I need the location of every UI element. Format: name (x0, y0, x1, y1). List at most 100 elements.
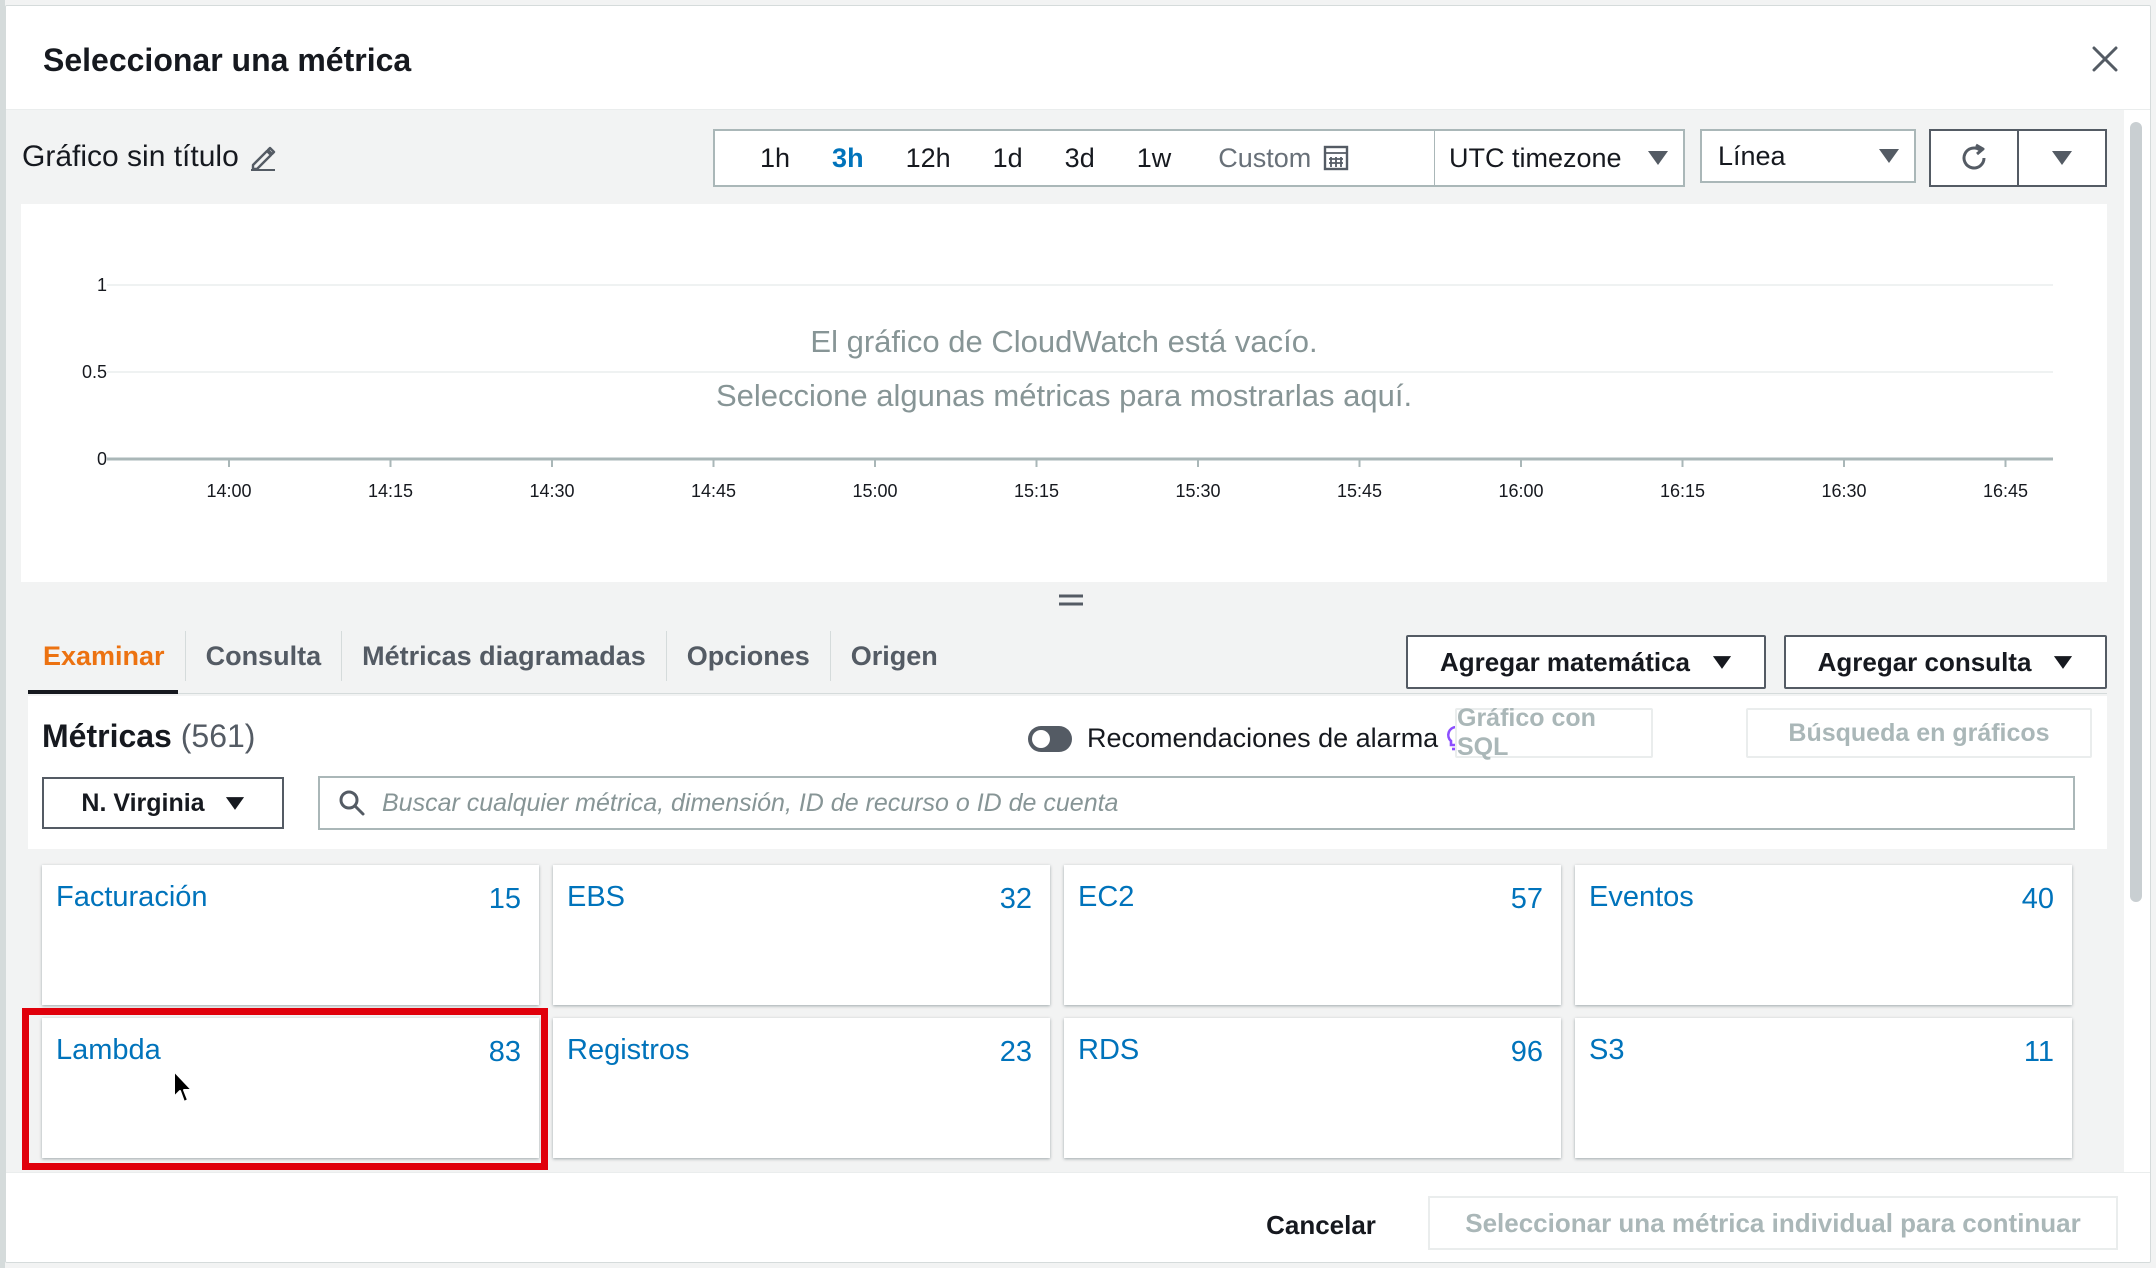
namespace-name: Lambda (56, 1034, 161, 1066)
namespace-grid: Facturación 15 EBS 32 EC2 57 Eventos 40 … (28, 849, 2107, 1172)
x-tick-label: 16:45 (1983, 481, 2028, 501)
metrics-count: (561) (180, 718, 256, 754)
time-range-12h[interactable]: 12h (885, 143, 972, 174)
namespace-count: 57 (1510, 883, 1543, 915)
namespace-tile-s3[interactable]: S3 11 (1575, 1018, 2072, 1158)
namespace-count: 32 (999, 883, 1032, 915)
region-select[interactable]: N. Virginia (42, 777, 284, 829)
namespace-count: 11 (2023, 1036, 2054, 1068)
modal-body: Gráfico sin título 1h 3h 12h 1d 3d 1w Cu… (6, 110, 2124, 1172)
x-tick-label: 14:00 (206, 481, 251, 501)
refresh-icon (1962, 143, 1986, 170)
caret-down-icon (1712, 655, 1732, 669)
empty-chart-message-line2: Seleccione algunas métricas para mostrar… (715, 378, 1413, 413)
graph-with-sql-button[interactable]: Gráfico con SQL (1455, 704, 1653, 761)
metrics-heading: Métricas (561) (42, 718, 255, 755)
namespace-tile-lambda[interactable]: Lambda 83 (42, 1018, 539, 1158)
vertical-scrollbar[interactable] (2130, 122, 2142, 902)
tab-examinar[interactable]: Examinar (28, 631, 186, 681)
refresh-options-button[interactable] (2017, 129, 2107, 187)
caret-down-icon (1879, 149, 1899, 163)
region-value: N. Virginia (81, 788, 205, 817)
modal-title: Seleccionar una métrica (43, 42, 412, 78)
metrics-title: Métricas (42, 718, 172, 754)
graph-title-text: Gráfico sin título (22, 140, 239, 173)
x-tick-label: 16:30 (1821, 481, 1866, 501)
toggle-knob (1032, 730, 1050, 748)
namespace-tile-ec2[interactable]: EC2 57 (1064, 865, 1561, 1005)
time-range-custom[interactable]: Custom (1218, 143, 1349, 174)
add-query-button[interactable]: Agregar consulta (1784, 635, 2107, 689)
chart-panel: 1 0.5 0 14:00 14:15 14:30 14:45 15:00 15:15 15:30… (21, 204, 2107, 582)
refresh-button[interactable] (1929, 129, 2019, 187)
add-math-button[interactable]: Agregar matemática (1406, 635, 1766, 689)
namespace-count: 23 (999, 1036, 1032, 1068)
x-tick-label: 14:15 (368, 481, 413, 501)
namespace-tile-rds[interactable]: RDS 96 (1064, 1018, 1561, 1158)
tab-consulta[interactable]: Consulta (186, 631, 343, 681)
namespace-count: 83 (488, 1036, 521, 1068)
x-tick-label: 15:45 (1337, 481, 1382, 501)
tab-metricas-diagramadas[interactable]: Métricas diagramadas (342, 631, 667, 681)
continue-button[interactable]: Seleccionar una métrica individual para … (1428, 1196, 2118, 1250)
add-query-label: Agregar consulta (1817, 646, 2032, 677)
resize-handle-icon[interactable] (1058, 590, 1084, 610)
namespace-name: Eventos (1589, 881, 1694, 913)
namespace-name: RDS (1078, 1034, 1140, 1066)
search-icon (339, 790, 365, 816)
caret-down-icon (2054, 655, 2073, 669)
graph-search-button[interactable]: Búsqueda en gráficos (1746, 708, 2092, 758)
namespace-name: EC2 (1078, 881, 1135, 913)
y-tick-label: 1 (97, 275, 107, 295)
cancel-button[interactable]: Cancelar (1246, 1199, 1396, 1251)
add-math-label: Agregar matemática (1440, 646, 1690, 677)
namespace-tile-registros[interactable]: Registros 23 (553, 1018, 1050, 1158)
time-range-1w[interactable]: 1w (1116, 143, 1193, 174)
x-tick-label: 14:45 (691, 481, 736, 501)
namespace-tile-ebs[interactable]: EBS 32 (553, 865, 1050, 1005)
graph-title[interactable]: Gráfico sin título (22, 140, 277, 174)
modal-header: Seleccionar una métrica (6, 6, 2150, 110)
timezone-select[interactable]: UTC timezone (1434, 129, 1685, 187)
time-range-3h[interactable]: 3h (811, 143, 885, 174)
chart-type-select[interactable]: Línea (1700, 129, 1916, 183)
caret-down-icon (1648, 151, 1668, 165)
namespace-name: S3 (1589, 1034, 1625, 1066)
caret-down-icon (225, 796, 244, 810)
namespace-count: 40 (2021, 883, 2054, 915)
modal-footer: Cancelar Seleccionar una métrica individ… (6, 1172, 2150, 1262)
metric-search-input[interactable] (382, 788, 2062, 818)
alarm-recommendations-toggle[interactable] (1028, 726, 1072, 752)
calendar-icon (1324, 145, 1349, 171)
time-range-1h[interactable]: 1h (739, 143, 811, 174)
namespace-count: 96 (1510, 1036, 1543, 1068)
namespace-tile-eventos[interactable]: Eventos 40 (1575, 865, 2072, 1005)
custom-label: Custom (1218, 142, 1312, 173)
chart-type-value: Línea (1718, 140, 1786, 171)
close-button[interactable] (2082, 36, 2128, 82)
tab-origen[interactable]: Origen (831, 631, 958, 681)
namespace-name: Registros (567, 1034, 690, 1066)
time-range-3d[interactable]: 3d (1044, 143, 1116, 174)
x-tick-label: 15:00 (852, 481, 897, 501)
active-tab-indicator (28, 690, 178, 694)
namespace-count: 15 (488, 883, 521, 915)
x-tick-label: 15:15 (1014, 481, 1059, 501)
alarm-recommendations-label: Recomendaciones de alarma (1087, 723, 1466, 754)
edit-pencil-icon[interactable] (249, 143, 277, 171)
metrics-browser: Métricas (561) Recomendaciones de alarma… (28, 696, 2107, 1172)
mouse-pointer-icon (173, 1070, 193, 1103)
x-tick-label: 15:30 (1175, 481, 1220, 501)
close-icon (2092, 46, 2118, 72)
time-range-1d[interactable]: 1d (972, 143, 1044, 174)
namespace-name: EBS (567, 881, 626, 913)
namespace-name: Facturación (56, 881, 208, 913)
namespace-tile-facturacion[interactable]: Facturación 15 (42, 865, 539, 1005)
alarm-recommendations-text: Recomendaciones de alarma (1087, 723, 1439, 753)
tab-opciones[interactable]: Opciones (667, 631, 831, 681)
tab-bar: Examinar Consulta Métricas diagramadas O… (28, 615, 958, 697)
y-tick-label: 0 (97, 449, 107, 469)
x-tick-label: 16:00 (1498, 481, 1543, 501)
tabs-divider (28, 693, 2107, 694)
select-metric-modal: Seleccionar una métrica Gráfico sin títu… (5, 5, 2151, 1263)
